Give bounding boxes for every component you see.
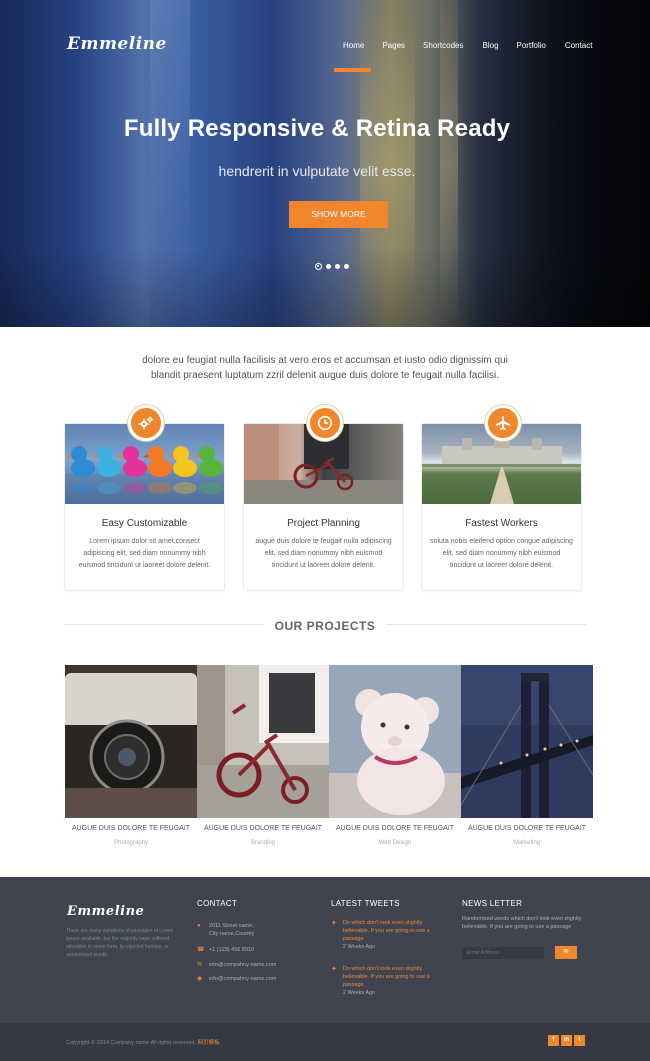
copyright-bar: Copyright © 2014 Company name All rights… <box>0 1023 650 1061</box>
nav-item-contact[interactable]: Contact <box>565 41 593 50</box>
show-more-button[interactable]: SHOW MORE <box>289 201 388 228</box>
page: Emmeline Home Pages Shortcodes Blog Port… <box>0 0 650 1061</box>
slider-pagination <box>315 263 353 270</box>
address-line: City name,Country <box>209 931 255 937</box>
tweet-text[interactable]: Do which don't look even slightly believ… <box>343 919 446 943</box>
feature-card: Easy Customizable Lorem ipsum dolor sit … <box>64 405 225 591</box>
nav-item-shortcodes[interactable]: Shortcodes <box>423 41 463 50</box>
phone-icon: ☎ <box>197 947 205 953</box>
project-image-tricycle[interactable] <box>197 665 329 818</box>
intro-text: dolore eu feugiat nulla facilisis at ver… <box>0 353 650 383</box>
footer-about-text: There are many variations of passages of… <box>66 928 174 958</box>
newsletter-submit-button[interactable]: ✉ <box>555 946 577 959</box>
nav-item-home[interactable]: Home <box>343 41 364 50</box>
project-title[interactable]: AUGUE DUIS DOLORE TE FEUGAIT <box>461 825 593 832</box>
twitter-bird-icon: ✦ <box>331 920 337 927</box>
copyright-link[interactable]: 网页模板 <box>198 1040 220 1046</box>
feature-text: augue duis dolore te feugait nulla adipi… <box>255 538 392 569</box>
map-pin-icon: ● <box>197 923 201 929</box>
address-line: 2011 Street name, <box>209 923 254 929</box>
twitter-bird-icon: ✦ <box>331 966 337 973</box>
slider-dot[interactable] <box>326 264 331 269</box>
nav-item-portfolio[interactable]: Portfolio <box>517 41 546 50</box>
newsletter-email-input[interactable] <box>462 947 544 959</box>
main-nav: Home Pages Shortcodes Blog Portfolio Con… <box>343 41 592 50</box>
intro-line: dolore eu feugiat nulla facilisis at ver… <box>142 355 508 366</box>
copyright-text: Copyright © 2014 Company name All rights… <box>66 1038 220 1046</box>
nav-active-indicator <box>334 68 371 72</box>
contact-email: ✉ info@compahny-name.com <box>197 961 276 969</box>
copyright-label: Copyright © 2014 Company name All rights… <box>66 1040 197 1046</box>
linkedin-icon[interactable]: in <box>561 1035 572 1046</box>
project-category: Web Design <box>378 840 412 846</box>
slider-dot[interactable] <box>344 264 349 269</box>
slider-dot[interactable] <box>335 264 340 269</box>
project-title[interactable]: AUGUE DUIS DOLORE TE FEUGAIT <box>329 825 461 832</box>
project-category: Branding <box>250 840 276 846</box>
gear-icon <box>128 405 164 441</box>
nav-item-blog[interactable]: Blog <box>483 41 499 50</box>
hero-vignette <box>0 247 650 327</box>
clock-icon <box>307 405 343 441</box>
tweet-item: ✦ Do which don't look even slightly beli… <box>331 965 446 997</box>
hero-subtitle: hendrerit in vulputate velit esse. <box>218 163 416 179</box>
hero-title: Fully Responsive & Retina Ready <box>123 115 511 142</box>
tweet-time: 2 Weeks Ago <box>342 990 376 996</box>
email-link[interactable]: info@compahny-name.com <box>209 961 276 969</box>
twitter-icon[interactable]: t <box>574 1035 585 1046</box>
newsletter-text: Randomised words which don't look even s… <box>462 916 582 930</box>
footer-logo[interactable]: Emmeline <box>67 904 144 919</box>
globe-icon: ◉ <box>197 976 203 982</box>
feature-title: Project Planning <box>287 518 360 529</box>
feature-card: Fastest Workers soluta nobis eleifend op… <box>421 405 582 591</box>
phone-number: +1 (123) 456 8910 <box>209 947 255 953</box>
project-title[interactable]: AUGUE DUIS DOLORE TE FEUGAIT <box>65 825 197 832</box>
web-link[interactable]: info@compahny-name.com <box>209 975 276 983</box>
contact-heading: CONTACT <box>197 899 238 908</box>
project-title[interactable]: AUGUE DUIS DOLORE TE FEUGAIT <box>197 825 329 832</box>
tweet-text[interactable]: Do which don't look even slightly believ… <box>343 965 446 989</box>
project-image-teddy-bear[interactable] <box>329 665 461 818</box>
newsletter-heading: NEWS LETTER <box>462 899 523 908</box>
tweets-heading: LATEST TWEETS <box>331 899 400 908</box>
project-category: Photography <box>113 840 149 846</box>
plane-icon <box>485 405 521 441</box>
feature-card: Project Planning augue duis dolore te fe… <box>243 405 404 591</box>
slider-dot[interactable] <box>315 263 322 270</box>
intro-line: blandit praesent luptatum zzril delenit … <box>151 370 499 381</box>
feature-text: Lorem ipsum dolor sit amet,consect adipi… <box>78 538 211 569</box>
tweet-time: 2 Weeks Ago <box>342 944 376 950</box>
feature-title: Fastest Workers <box>465 518 538 529</box>
facebook-icon[interactable]: f <box>548 1035 559 1046</box>
contact-address: ● 2011 Street name, City name,Country <box>197 922 255 938</box>
site-logo[interactable]: Emmeline <box>67 34 167 54</box>
mail-icon: ✉ <box>563 949 569 955</box>
tweet-item: ✦ Do which don't look even slightly beli… <box>331 919 446 951</box>
project-category: Marketing <box>513 840 541 846</box>
projects-heading: OUR PROJECTS <box>274 619 376 633</box>
hero-slider: Emmeline Home Pages Shortcodes Blog Port… <box>0 0 650 327</box>
nav-item-pages[interactable]: Pages <box>382 41 405 50</box>
project-image-camera[interactable] <box>65 665 197 818</box>
envelope-icon: ✉ <box>197 962 203 968</box>
footer: Emmeline There are many variations of pa… <box>0 877 650 1023</box>
project-image-bridge[interactable] <box>461 665 593 818</box>
contact-phone: ☎ +1 (123) 456 8910 <box>197 946 254 954</box>
feature-text: soluta nobis eleifend option congue adip… <box>430 538 573 569</box>
contact-web: ◉ info@compahny-name.com <box>197 975 276 983</box>
feature-title: Easy Customizable <box>101 518 188 529</box>
